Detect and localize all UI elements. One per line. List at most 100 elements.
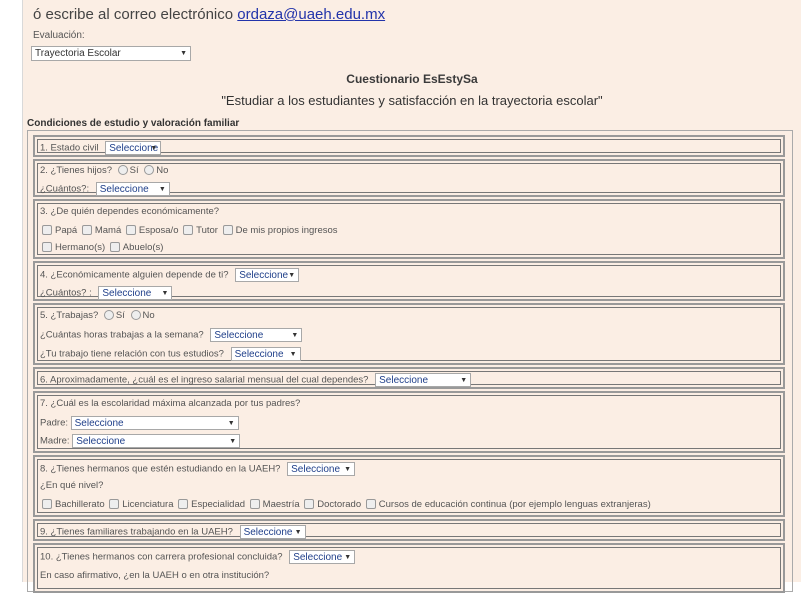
q8-option-label: Maestría: [262, 499, 300, 510]
q5-relation-label: ¿Tu trabajo tiene relación con tus estud…: [40, 348, 224, 360]
q5-yes-radio[interactable]: [103, 310, 114, 321]
q6-label: 6. Aproximadamente, ¿cuál es el ingreso …: [40, 374, 369, 386]
q10-select-value: Seleccione: [293, 552, 343, 563]
dropdown-arrow-icon: ▼: [288, 272, 296, 279]
q4-select[interactable]: Seleccione ▼: [235, 268, 300, 282]
q3-option-label: Esposa/o: [138, 225, 179, 236]
q1-label: 1. Estado civil: [40, 142, 99, 154]
q5-relation-select[interactable]: Seleccione ▼: [230, 347, 301, 361]
q3-option-checkbox[interactable]: [125, 225, 136, 236]
question-9: 9. ¿Tienes familiares trabajando en la U…: [33, 519, 785, 541]
q3-option-checkbox[interactable]: [42, 225, 52, 236]
dropdown-arrow-icon: ▼: [229, 438, 237, 445]
q8-option-checkbox[interactable]: [178, 499, 189, 510]
q5-no-label: No: [142, 310, 155, 321]
q5-yes-label: Sí: [115, 310, 125, 321]
q10-label: 10. ¿Tienes hermanos con carrera profesi…: [40, 551, 283, 563]
question-7: 7. ¿Cuál es la escolaridad máxima alcanz…: [33, 391, 785, 453]
q10-select[interactable]: Seleccione ▼: [289, 550, 356, 564]
q8-option-label: Especialidad: [191, 499, 246, 510]
q5-label: 5. ¿Trabajas?: [40, 310, 99, 321]
q8-label: 8. ¿Tienes hermanos que estén estudiando…: [40, 463, 281, 475]
question-1: 1. Estado civil Seleccione ▼: [33, 135, 785, 157]
q9-select-value: Seleccione: [243, 527, 293, 538]
q6-select-value: Seleccione: [379, 375, 429, 386]
q8-option-checkbox[interactable]: [42, 499, 52, 510]
q8-option-checkbox[interactable]: [249, 499, 260, 510]
q4-select-value: Seleccione: [239, 270, 289, 281]
contact-line: ó escribe al correo electrónico ordaza@u…: [33, 6, 385, 23]
q8-option-checkbox[interactable]: [109, 499, 120, 510]
q3-option-checkbox[interactable]: [109, 242, 120, 253]
dropdown-arrow-icon: ▼: [227, 420, 235, 427]
q6-select[interactable]: Seleccione ▼: [375, 373, 472, 387]
q5-hours-label: ¿Cuántas horas trabajas a la semana?: [40, 329, 204, 341]
q7-father-select[interactable]: Seleccione ▼: [70, 416, 239, 430]
q9-label: 9. ¿Tienes familiares trabajando en la U…: [40, 526, 233, 538]
question-5: 5. ¿Trabajas? Sí No ¿Cuántas horas traba…: [33, 303, 785, 365]
q4-count-value: Seleccione: [102, 288, 152, 299]
q5-hours-select[interactable]: Seleccione ▼: [210, 328, 303, 342]
left-margin: [0, 0, 23, 582]
q5-hours-value: Seleccione: [214, 330, 264, 341]
q3-option-checkbox[interactable]: [183, 225, 194, 236]
q3-option-label: Papá: [55, 225, 78, 236]
contact-text: ó escribe al correo electrónico: [33, 6, 234, 23]
q8-sub-label: ¿En qué nivel?: [40, 480, 104, 491]
evaluation-select[interactable]: Trayectoria Escolar ▼: [31, 46, 191, 61]
q2-select-value: Seleccione: [99, 184, 149, 195]
q2-sub-label: ¿Cuántos?:: [40, 183, 90, 195]
q2-no-radio[interactable]: [144, 165, 155, 176]
q3-option-label: Mamá: [94, 225, 122, 236]
q8-select[interactable]: Seleccione ▼: [287, 462, 356, 476]
dropdown-arrow-icon: ▼: [150, 145, 158, 152]
questionnaire-subtitle: "Estudiar a los estudiantes y satisfacci…: [221, 93, 603, 108]
question-8: 8. ¿Tienes hermanos que estén estudiando…: [33, 455, 785, 517]
q8-option-label: Doctorado: [317, 499, 362, 510]
q2-yes-radio[interactable]: [117, 165, 128, 176]
question-10: 10. ¿Tienes hermanos con carrera profesi…: [33, 543, 785, 593]
q3-option-label: De mis propios ingresos: [235, 225, 338, 236]
q1-select[interactable]: Seleccione ▼: [105, 141, 162, 155]
q8-option-label: Bachillerato: [55, 499, 105, 510]
q3-option-checkbox[interactable]: [81, 225, 92, 236]
q9-select[interactable]: Seleccione ▼: [239, 525, 306, 539]
q8-option-label: Licenciatura: [122, 499, 174, 510]
q7-father-label: Padre:: [40, 417, 68, 429]
q7-mother-value: Seleccione: [76, 436, 126, 447]
q2-no-label: No: [156, 165, 169, 176]
q8-select-value: Seleccione: [291, 464, 341, 475]
q2-label: 2. ¿Tienes hijos?: [40, 165, 112, 176]
q3-label: 3. ¿De quién dependes económicamente?: [40, 206, 220, 217]
q2-count-select[interactable]: Seleccione ▼: [95, 182, 170, 196]
question-3: 3. ¿De quién dependes económicamente? Pa…: [33, 199, 785, 259]
q3-option-label: Tutor: [196, 225, 218, 236]
dropdown-arrow-icon: ▼: [161, 290, 169, 297]
dropdown-arrow-icon: ▼: [460, 377, 468, 384]
dropdown-arrow-icon: ▼: [291, 332, 299, 339]
q3-option-label: Abuelo(s): [122, 242, 164, 253]
dropdown-arrow-icon: ▼: [289, 351, 297, 358]
question-6: 6. Aproximadamente, ¿cuál es el ingreso …: [33, 367, 785, 389]
q3-option-checkbox[interactable]: [42, 242, 52, 253]
q8-option-label: Cursos de educación continua (por ejempl…: [378, 499, 651, 510]
question-2: 2. ¿Tienes hijos? Sí No ¿Cuántos?: Selec…: [33, 159, 785, 197]
q4-label: 4. ¿Económicamente alguien depende de ti…: [40, 269, 229, 281]
q5-no-radio[interactable]: [130, 310, 141, 321]
dropdown-arrow-icon: ▼: [294, 529, 302, 536]
dropdown-arrow-icon: ▼: [158, 186, 166, 193]
email-link[interactable]: ordaza@uaeh.edu.mx: [237, 6, 385, 23]
q5-relation-value: Seleccione: [234, 349, 284, 360]
dropdown-arrow-icon: ▼: [180, 50, 187, 57]
dropdown-arrow-icon: ▼: [344, 554, 352, 561]
evaluation-value: Trayectoria Escolar: [35, 48, 121, 59]
q8-option-checkbox[interactable]: [304, 499, 315, 510]
section-title: Condiciones de estudio y valoración fami…: [27, 118, 240, 129]
page-content: ó escribe al correo electrónico ordaza@u…: [23, 0, 801, 593]
q3-option-label: Hermano(s): [55, 242, 106, 253]
q7-mother-label: Madre:: [40, 435, 70, 447]
q3-option-checkbox[interactable]: [222, 225, 233, 236]
q7-mother-select[interactable]: Seleccione ▼: [72, 434, 241, 448]
q8-option-checkbox[interactable]: [365, 499, 376, 510]
q4-count-select[interactable]: Seleccione ▼: [98, 286, 173, 300]
